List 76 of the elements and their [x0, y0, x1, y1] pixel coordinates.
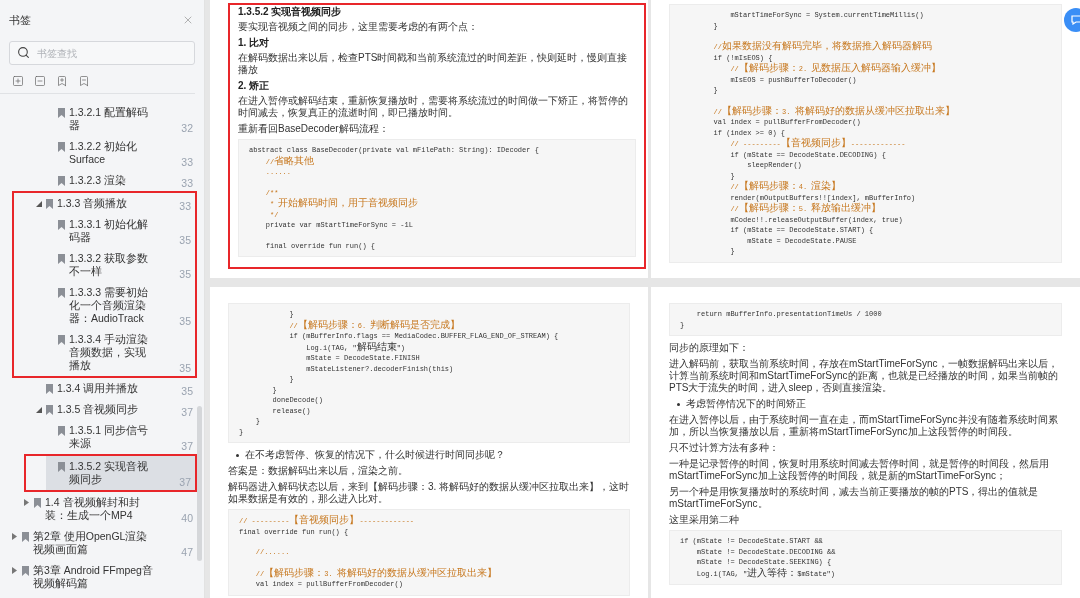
- bookmark-icon: [58, 108, 65, 118]
- paragraph: 要实现音视频之间的同步，这里需要考虑的有两个点：: [238, 21, 479, 33]
- paragraph: 只不过计算方法有多种：: [669, 442, 780, 454]
- bookmark-icon: [58, 254, 65, 264]
- bookmark-icon: [58, 220, 65, 230]
- bookmark-icon: [58, 176, 65, 186]
- bookmark-item[interactable]: 1.3.5 音视频同步 37: [34, 399, 197, 420]
- page-number: 33: [178, 200, 192, 213]
- paragraph: 答案是：数据解码出来以后，渲染之前。: [228, 465, 409, 477]
- section-heading: 1.3.5.2 实现音视频同步: [238, 6, 343, 18]
- section-heading: 1. 比对: [238, 37, 271, 49]
- page-number: 35: [178, 362, 192, 375]
- bookmark-icon: [58, 288, 65, 298]
- bookmark-item[interactable]: 1.3.3.4 手动渲染音频数据，实现播放 35: [46, 329, 195, 376]
- page-number: 37: [180, 406, 194, 419]
- bookmark-item[interactable]: 1.3.2.3 渲染 33: [46, 170, 197, 191]
- scrollbar-thumb[interactable]: [197, 406, 202, 561]
- bookmark-item[interactable]: 1.3.4 调用并播放 35: [34, 378, 197, 399]
- paragraph: 同步的原理如下：: [669, 342, 750, 354]
- search-icon: [17, 45, 30, 59]
- paragraph: 在解码数据出来以后，检查PTS时间戳和当前系统流过的时间差距，快则延时，慢则直接播放: [238, 52, 629, 76]
- section-heading: 2. 矫正: [238, 80, 271, 92]
- caret-right-icon[interactable]: [24, 499, 29, 506]
- bookmark-item[interactable]: 第2章 使用OpenGL渲染视频画面篇 47: [10, 526, 197, 560]
- paragraph: 另一个种是用恢复播放时的系统时间，减去当前正要播放的帧的PTS，得出的值就是mStartTimeForSync。: [669, 486, 1040, 510]
- search-field[interactable]: 书签查找: [9, 41, 195, 65]
- paragraph: 一种是记录暂停的时间，恢复时用系统时间减去暂停时间，就是暂停的时间段，然后用mStartTimeForSync加上这段暂停的时间段，就是新的mStartTimeForSync；: [669, 458, 1050, 482]
- paragraph: 这里采用第二种: [669, 514, 740, 526]
- bookmark-icon: [58, 426, 65, 436]
- caret-right-icon[interactable]: [12, 533, 17, 540]
- page-number: 35: [180, 385, 194, 398]
- bookmark-icon: [22, 532, 29, 542]
- bookmark-item[interactable]: 1.3.2.1 配置解码器 32: [46, 102, 197, 136]
- page-number: 35: [178, 315, 192, 328]
- panel-title: 书签: [9, 13, 31, 28]
- bookmark-item[interactable]: 1.3.3.2 获取参数不一样 35: [46, 248, 195, 282]
- page-number: 37: [178, 476, 192, 489]
- bookmark-icon: [58, 142, 65, 152]
- page-number: 33: [180, 156, 194, 169]
- page-number: 33: [180, 177, 194, 190]
- bookmark-item[interactable]: 1.3.3.1 初始化解码器 35: [46, 214, 195, 248]
- list-item: 考虑暂停情况下的时间矫正: [686, 398, 806, 410]
- page-number: 35: [178, 234, 192, 247]
- page-number: 32: [180, 122, 194, 135]
- paragraph: 解码器进入解码状态以后，来到【解码步骤：3. 将解码好的数据从缓冲区拉取出来】，这时如果数据是有效的，那么进入比对。: [228, 481, 630, 505]
- page-number: 35: [178, 268, 192, 281]
- list-item: 在不考虑暂停、恢复的情况下，什么时候进行时间同步呢？: [245, 449, 505, 461]
- bookmark-icon: [34, 498, 41, 508]
- paragraph: 重新看回BaseDecoder解码流程：: [238, 123, 390, 135]
- bookmark-item[interactable]: 1.3.3.3 需要初始化一个音频渲染器：AudioTrack 35: [46, 282, 195, 329]
- chat-icon: [1070, 15, 1080, 25]
- bookmark-icon: [46, 199, 53, 209]
- bookmark-icon: [46, 384, 53, 394]
- bookmark-icon: [58, 462, 65, 472]
- page-number: 37: [180, 440, 194, 453]
- bookmark-item[interactable]: 1.4 音视频解封和封装：生成一个MP4 40: [22, 492, 197, 526]
- bookmark-icon: [22, 566, 29, 576]
- collapse-all-button[interactable]: [34, 75, 46, 87]
- expand-all-button[interactable]: [12, 75, 24, 87]
- caret-down-icon[interactable]: [36, 201, 42, 207]
- page-number: 40: [180, 512, 194, 525]
- paragraph: 进入解码前，获取当前系统时间，存放在mStartTimeForSync，一帧数据解码出来以后，计算当前系统时间和mStartTimeForSync的距离，也就是已经播放的时间，如果当前帧的PTS大于流失的时间，进入sleep，否则直接渲染。: [669, 358, 1059, 394]
- bookmark-item[interactable]: 1.3.2.2 初始化Surface 33: [46, 136, 197, 170]
- paragraph: 在进入暂停以后，由于系统时间一直在走，而mStartTimeForSync并没有随着系统时间累加，所以当恢复播放以后，重新将mStartTimeForSync加上这段暂停的时间段。: [669, 414, 1059, 438]
- bookmark-item[interactable]: 1.3.3 音频播放 33: [34, 193, 195, 214]
- caret-down-icon[interactable]: [36, 407, 42, 413]
- bookmark-item[interactable]: 1.3.5.1 同步信号来源 37: [46, 420, 197, 454]
- bookmark-item[interactable]: 第3章 Android FFmpeg音视频解码篇: [10, 560, 197, 594]
- caret-right-icon[interactable]: [12, 567, 17, 574]
- bookmark-icon: [58, 335, 65, 345]
- bookmark-icon: [46, 405, 53, 415]
- paragraph: 在进入暂停或解码结束，重新恢复播放时，需要将系统流过的时间做一下矫正，将暂停的时间减去，恢复真正的流逝时间，即已播放时间。: [238, 95, 629, 119]
- page-number: 47: [180, 546, 194, 559]
- remove-bookmark-button[interactable]: [78, 75, 90, 87]
- add-bookmark-button[interactable]: [56, 75, 68, 87]
- bookmark-item[interactable]: 1.3.5.2 实现音视频同步 37: [46, 456, 195, 490]
